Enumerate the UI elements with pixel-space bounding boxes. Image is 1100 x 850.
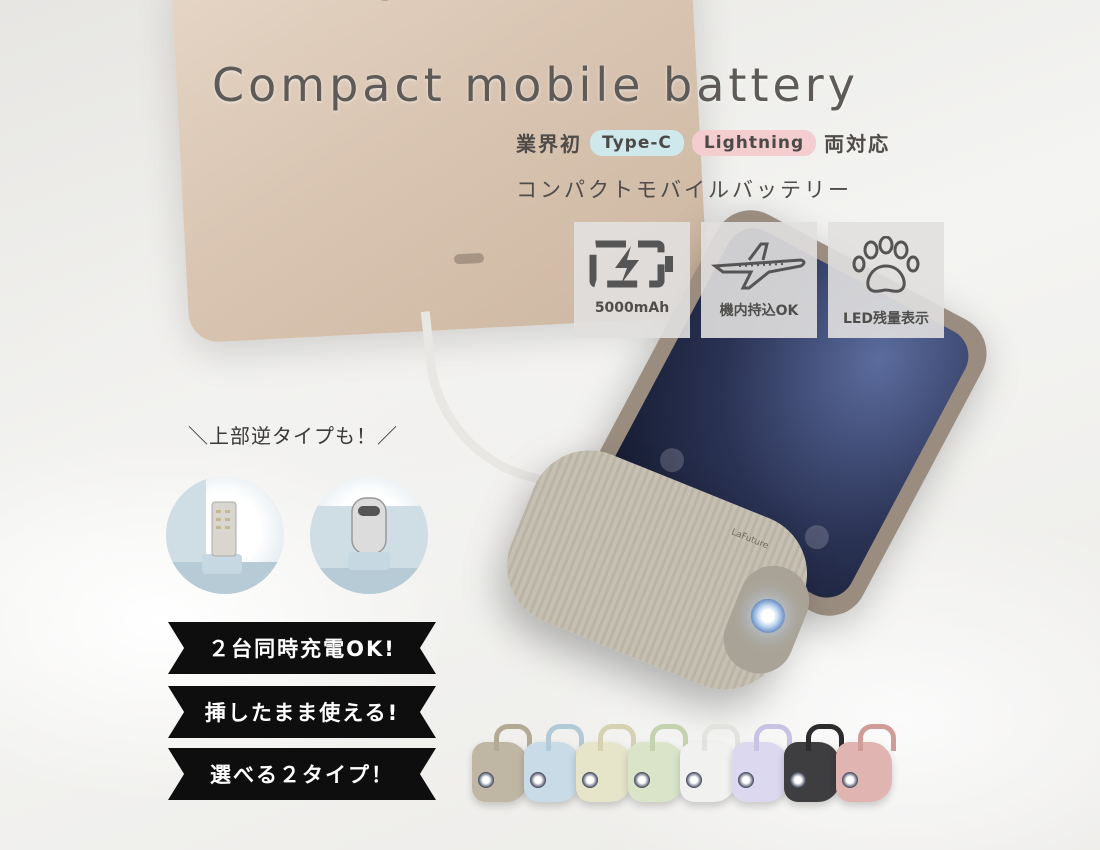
feature-capacity-label: 5000mAh <box>594 300 670 316</box>
tablet-port <box>453 252 485 265</box>
color-variant <box>680 724 740 802</box>
feature-tiles: 5000mAh 機内持込OK LED残量表示 <box>574 222 944 338</box>
paw-led-icon <box>686 772 702 788</box>
battery-cap <box>713 555 820 684</box>
ribbon-two-types: 選べる２タイプ！ <box>168 748 436 800</box>
lightning-connector-icon <box>166 476 284 594</box>
page-title: Compact mobile battery <box>212 58 859 112</box>
paw-led-icon <box>478 772 494 788</box>
paw-led-icon <box>530 772 546 788</box>
ribbon-plug-and-use: 挿したまま使える! <box>168 686 436 738</box>
feature-airplane: 機内持込OK <box>701 222 817 338</box>
paw-led-icon <box>738 772 754 788</box>
color-variant <box>628 724 688 802</box>
color-variant <box>524 724 584 802</box>
color-variant <box>836 724 896 802</box>
color-variant <box>472 724 532 802</box>
paw-led-icon <box>790 772 806 788</box>
paw-led-icon <box>842 772 858 788</box>
ribbon-dual-charging: ２台同時充電OK! <box>168 622 436 674</box>
product-banner: LaFuture Compact mobile battery 業界初 Type… <box>0 0 1100 850</box>
type-c-connector-image <box>310 476 428 594</box>
subtitle-prefix: 業界初 <box>516 132 582 156</box>
product-name-kana: コンパクトモバイルバッテリー <box>516 178 852 202</box>
airplane-icon <box>710 242 806 290</box>
paw-led-icon <box>634 772 650 788</box>
cable-loop <box>858 724 896 751</box>
reverse-type-note: ＼上部逆タイプも！／ <box>188 424 398 448</box>
lightning-connector-image <box>166 476 284 594</box>
paw-icon <box>852 236 920 293</box>
tablet-camera <box>371 0 399 2</box>
type-c-badge: Type-C <box>590 129 684 156</box>
type-c-connector-icon <box>310 497 428 594</box>
color-variants <box>472 712 972 802</box>
lightning-badge: Lightning <box>691 129 817 156</box>
paw-led-icon <box>582 772 598 788</box>
battery-led-icon <box>745 593 791 639</box>
camera-icon <box>800 520 834 554</box>
battery-brand: LaFuture <box>729 527 770 552</box>
color-variant <box>784 724 844 802</box>
feature-capacity: 5000mAh <box>574 222 690 338</box>
color-variant <box>732 724 792 802</box>
subtitle-suffix: 両対応 <box>824 132 891 156</box>
battery-charge-icon <box>589 240 673 288</box>
feature-airplane-label: 機内持込OK <box>719 303 799 319</box>
feature-led-label: LED残量表示 <box>842 311 930 327</box>
subtitle-line: 業界初 Type-C Lightning 両対応 <box>516 128 890 157</box>
color-variant <box>576 724 636 802</box>
feature-led: LED残量表示 <box>828 222 944 338</box>
flashlight-icon <box>655 443 689 477</box>
